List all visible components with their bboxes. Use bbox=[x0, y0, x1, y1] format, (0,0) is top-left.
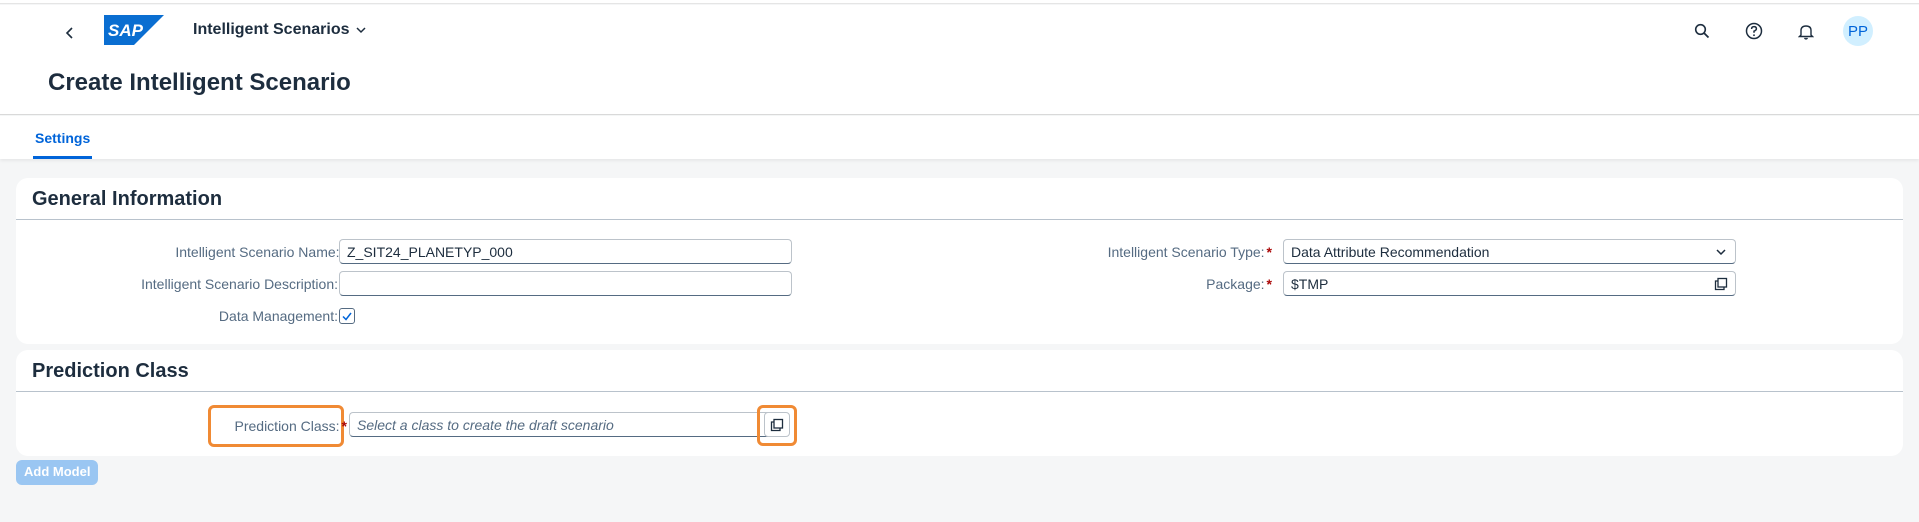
page-title: Create Intelligent Scenario bbox=[48, 69, 351, 96]
notifications-button[interactable] bbox=[1791, 16, 1821, 46]
tab-bar: Settings bbox=[0, 116, 1919, 159]
search-button[interactable] bbox=[1687, 16, 1717, 46]
package-field[interactable]: $TMP bbox=[1283, 271, 1736, 296]
page-header: Create Intelligent Scenario bbox=[0, 57, 1919, 115]
scenario-description-field[interactable] bbox=[339, 271, 792, 296]
required-asterisk: * bbox=[341, 418, 347, 434]
back-icon bbox=[65, 27, 73, 39]
help-button[interactable] bbox=[1739, 16, 1769, 46]
chevron-down-icon bbox=[356, 27, 367, 34]
required-asterisk: * bbox=[1266, 244, 1272, 260]
section-divider bbox=[16, 391, 1903, 392]
scenario-name-label: Intelligent Scenario Name:* bbox=[175, 244, 347, 260]
value-help-icon bbox=[770, 418, 784, 431]
data-management-label: Data Management: bbox=[218, 308, 338, 324]
section-divider bbox=[16, 219, 1903, 220]
section-title-prediction-class: Prediction Class bbox=[32, 360, 189, 382]
app-title: Intelligent Scenarios bbox=[193, 21, 350, 38]
prediction-class-label: Prediction Class: * bbox=[234, 418, 348, 434]
checkmark-icon bbox=[342, 312, 352, 321]
scenario-type-label: Intelligent Scenario Type: * bbox=[1107, 244, 1272, 260]
package-label: Package: * bbox=[1206, 276, 1272, 292]
bell-icon bbox=[1798, 24, 1814, 40]
sap-logo: SAP bbox=[104, 15, 164, 45]
prediction-class-value-help-button[interactable] bbox=[764, 412, 790, 437]
tab-settings[interactable]: Settings bbox=[33, 116, 93, 159]
sap-logo-text: SAP bbox=[108, 21, 144, 40]
scenario-description-label: Intelligent Scenario Description: bbox=[141, 276, 338, 292]
shell-bar: SAP Intelligent Scenarios PP bbox=[0, 5, 1919, 57]
prediction-class-field[interactable]: Select a class to create the draft scena… bbox=[349, 412, 776, 437]
data-management-checkbox[interactable] bbox=[339, 308, 355, 324]
search-icon bbox=[1694, 23, 1710, 39]
back-button[interactable] bbox=[56, 19, 84, 47]
chevron-down-icon bbox=[1713, 244, 1729, 260]
shell-actions: PP bbox=[1687, 16, 1873, 46]
help-icon bbox=[1745, 22, 1763, 40]
scenario-type-select[interactable]: Data Attribute Recommendation bbox=[1283, 239, 1736, 264]
app-title-menu[interactable]: Intelligent Scenarios bbox=[193, 21, 367, 39]
general-information-section: General Information Intelligent Scenario… bbox=[16, 178, 1903, 344]
user-avatar[interactable]: PP bbox=[1843, 16, 1873, 46]
prediction-class-section: Prediction Class Prediction Class: * Sele… bbox=[16, 350, 1903, 456]
value-help-icon[interactable] bbox=[1713, 276, 1729, 292]
scenario-name-field[interactable]: Z_SIT24_PLANETYP_000 bbox=[339, 239, 792, 264]
section-title-general-information: General Information bbox=[32, 188, 223, 210]
prediction-class-placeholder: Select a class to create the draft scena… bbox=[357, 417, 614, 433]
top-strip bbox=[0, 0, 1919, 4]
add-model-button[interactable]: Add Model bbox=[16, 460, 99, 485]
required-asterisk: * bbox=[1266, 276, 1272, 292]
